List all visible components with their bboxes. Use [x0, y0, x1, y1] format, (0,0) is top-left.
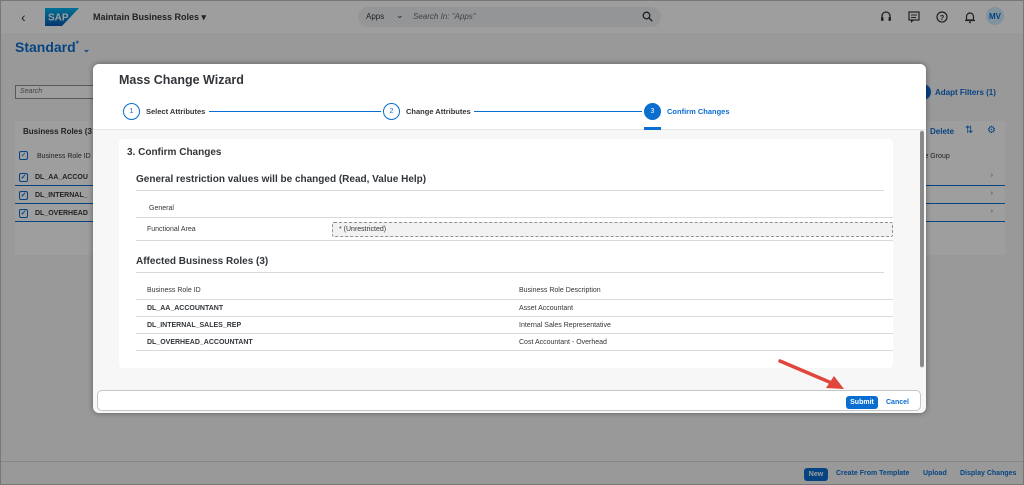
affected-roles-title: Affected Business Roles (3)	[136, 256, 269, 267]
role-id: DL_OVERHEAD_ACCOUNTANT	[147, 339, 253, 346]
step-connector	[209, 111, 381, 112]
wizard-step-1[interactable]: 1 Select Attributes	[123, 102, 205, 120]
divider	[136, 240, 893, 241]
dialog-header: Mass Change Wizard 1 Select Attributes 2…	[93, 64, 926, 130]
divider	[136, 299, 893, 300]
divider	[136, 217, 893, 218]
column-header-role-id: Business Role ID	[147, 287, 201, 294]
dialog-footer: Submit Cancel	[97, 390, 921, 411]
wizard-step-3[interactable]: 3 Confirm Changes	[644, 102, 730, 120]
functional-area-label: Functional Area	[147, 226, 196, 233]
role-id: DL_INTERNAL_SALES_REP	[147, 322, 242, 329]
divider	[136, 333, 893, 334]
wizard-step-2[interactable]: 2 Change Attributes	[383, 102, 471, 120]
functional-area-value: * (Unrestricted)	[332, 222, 893, 237]
column-header-role-description: Business Role Description	[519, 287, 601, 294]
role-description: Cost Accountant - Overhead	[519, 339, 607, 346]
role-id: DL_AA_ACCOUNTANT	[147, 305, 224, 312]
submit-button[interactable]: Submit	[846, 396, 878, 409]
step-number: 1	[123, 102, 140, 120]
step-number: 2	[383, 102, 400, 120]
step-label: Confirm Changes	[667, 106, 730, 116]
section-title: 3. Confirm Changes	[127, 147, 222, 158]
dialog-title: Mass Change Wizard	[119, 73, 244, 87]
divider	[136, 190, 884, 191]
step-connector	[474, 111, 642, 112]
step-number: 3	[644, 102, 661, 120]
annotation-arrow-icon	[778, 359, 844, 389]
role-description: Internal Sales Representative	[519, 322, 611, 329]
step-label: Change Attributes	[406, 106, 471, 116]
divider	[136, 350, 893, 351]
window-frame: ‹ SAP Maintain Business Roles ▾ Apps ⌄ S…	[0, 0, 1024, 485]
cancel-button[interactable]: Cancel	[886, 399, 909, 406]
general-label: General	[149, 205, 174, 212]
step-label: Select Attributes	[146, 106, 206, 116]
divider	[136, 316, 893, 317]
divider	[136, 272, 884, 273]
restriction-title: General restriction values will be chang…	[136, 174, 427, 185]
active-step-indicator	[644, 127, 661, 130]
confirm-changes-panel: 3. Confirm Changes General restriction v…	[119, 139, 893, 368]
role-description: Asset Accountant	[519, 305, 574, 312]
scrollbar-thumb[interactable]	[920, 131, 924, 367]
